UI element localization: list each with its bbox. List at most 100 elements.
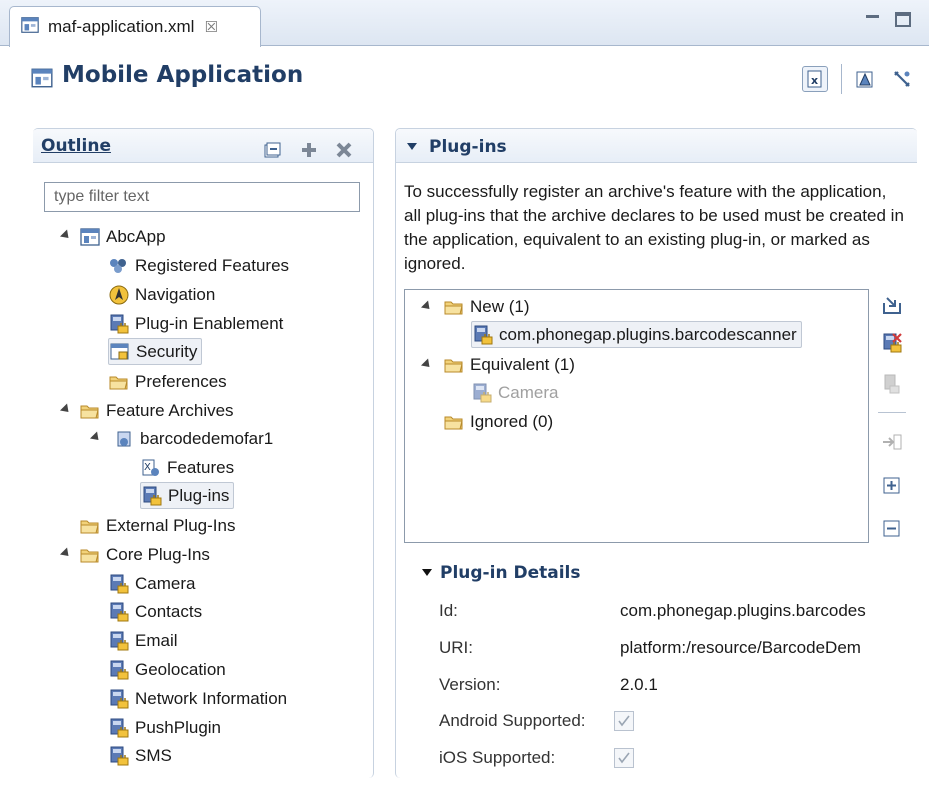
import-icon (883, 297, 901, 314)
tree-item-abcapp[interactable]: AbcApp (79, 223, 166, 250)
tree-item-camera[interactable]: Camera (108, 570, 195, 597)
plugin-group-new[interactable]: New (1) (443, 293, 530, 320)
plugin-enablement-icon (108, 313, 130, 335)
tree-item-barcodedemofar1[interactable]: barcodedemofar1 (113, 425, 273, 452)
id-label: Id: (439, 601, 458, 620)
tree-item-label: Network Information (135, 688, 288, 708)
plugin-group-equivalent[interactable]: Equivalent (1) (443, 351, 575, 378)
tree-item-label: Security (136, 341, 198, 361)
editor-tab[interactable]: maf-application.xml ☒ (9, 6, 261, 47)
plugin-camera[interactable]: Camera (471, 379, 558, 406)
collapse-details-icon[interactable] (422, 569, 432, 576)
app-icon (79, 226, 101, 248)
tree-item-label: com.phonegap.plugins.barcodescanner (499, 324, 797, 344)
tree-item-label: Ignored (0) (470, 411, 554, 431)
plugin-icon (108, 630, 130, 652)
minimize-icon[interactable] (864, 10, 882, 28)
collapse-all-plugins-button[interactable] (880, 517, 904, 541)
plugin-group-ignored[interactable]: Ignored (0) (443, 408, 553, 435)
uri-value: platform:/resource/BarcodeDem (620, 638, 861, 657)
ignore-plugin-icon (881, 333, 902, 354)
archive-icon (113, 428, 135, 450)
tree-item-security[interactable]: Security (108, 338, 203, 365)
tree-item-label: Feature Archives (106, 400, 234, 420)
tree-item-email[interactable]: Email (108, 627, 178, 654)
tree-item-label: Navigation (135, 284, 216, 304)
tree-item-features[interactable]: X Features (140, 454, 234, 481)
tree-item-network-information[interactable]: Network Information (108, 685, 287, 712)
plugin-details-title: Plug-in Details (440, 563, 581, 583)
tree-item-geolocation[interactable]: Geolocation (108, 656, 226, 683)
android-supported-checkbox[interactable] (614, 711, 634, 731)
folder-icon (443, 296, 465, 318)
side-toolbar-separator (878, 412, 906, 413)
tree-item-preferences[interactable]: Preferences (108, 368, 227, 395)
expand-all-icon (883, 477, 900, 494)
checkmark-icon (618, 715, 630, 727)
expand-all-button[interactable] (880, 474, 904, 498)
navigation-icon (108, 284, 130, 306)
map-plugin-button[interactable] (880, 430, 904, 454)
tree-item-plug-ins[interactable]: Plug-ins (140, 482, 235, 509)
folder-icon (79, 515, 101, 537)
plugin-icon (108, 601, 130, 623)
tab-label: maf-application.xml (48, 17, 195, 36)
delete-icon (336, 142, 352, 158)
add-button[interactable] (298, 139, 320, 161)
plugin-icon (108, 659, 130, 681)
tree-item-contacts[interactable]: Contacts (108, 598, 202, 625)
folder-icon (443, 411, 465, 433)
tree-item-label: Plug-in Enablement (135, 313, 284, 333)
plugin-icon (108, 688, 130, 710)
plugins-description: To successfully register an archive's fe… (404, 182, 904, 273)
android-supported-label: Android Supported: (439, 711, 586, 730)
collapse-all-icon (264, 142, 281, 158)
tree-item-core-plug-ins[interactable]: Core Plug-Ins (79, 541, 210, 568)
xml-file-icon: x (807, 70, 822, 88)
create-plugin-button[interactable] (880, 294, 904, 318)
tree-item-navigation[interactable]: Navigation (108, 281, 215, 308)
collapse-section-icon[interactable] (407, 143, 417, 150)
checkmark-icon (618, 752, 630, 764)
plugin-icon (471, 382, 493, 404)
restore-plugin-button[interactable] (880, 372, 904, 396)
map-icon (883, 434, 902, 450)
tree-item-label: Geolocation (135, 659, 226, 679)
svg-text:X: X (144, 462, 151, 473)
editor-tab-bar: maf-application.xml ☒ (0, 0, 929, 47)
tree-item-feature-archives[interactable]: Feature Archives (79, 397, 234, 424)
tree-item-label: barcodedemofar1 (140, 428, 274, 448)
folder-icon (108, 371, 130, 393)
plugin-icon (108, 745, 130, 767)
tree-item-label: Camera (135, 573, 196, 593)
ios-supported-checkbox[interactable] (614, 748, 634, 768)
delete-button[interactable] (333, 139, 355, 161)
plugins-title: Plug-ins (429, 137, 507, 157)
close-tab-icon[interactable]: ☒ (204, 18, 217, 36)
uri-label[interactable]: URI: (439, 638, 473, 658)
filter-input[interactable] (44, 182, 360, 212)
expand-toggle-icon[interactable] (420, 300, 434, 313)
expand-toggle-icon[interactable] (420, 358, 434, 371)
tree-item-plugin-enablement[interactable]: Plug-in Enablement (108, 310, 283, 337)
collapse-all-button[interactable] (261, 139, 283, 161)
deploy-button[interactable] (852, 66, 878, 92)
maximize-icon[interactable] (895, 12, 911, 27)
tree-item-label: Email (135, 630, 178, 650)
tree-item-registered-features[interactable]: Registered Features (108, 252, 289, 279)
source-view-button[interactable]: x (802, 66, 828, 92)
tree-item-external-plug-ins[interactable]: External Plug-Ins (79, 512, 235, 539)
plugin-icon (108, 717, 130, 739)
plugin-barcodescanner[interactable]: com.phonegap.plugins.barcodescanner (471, 321, 802, 348)
tree-item-label: Features (167, 457, 235, 477)
add-icon (302, 143, 316, 157)
app-file-icon (20, 15, 40, 40)
tree-item-sms[interactable]: SMS (108, 742, 172, 769)
settings-button[interactable] (889, 66, 915, 92)
wrench-icon (894, 71, 910, 87)
ignore-plugin-button[interactable] (880, 331, 904, 355)
tree-item-pushplugin[interactable]: PushPlugin (108, 714, 221, 741)
features-icon: X (140, 457, 162, 479)
outline-title: Outline (41, 136, 111, 156)
mobile-application-icon (30, 66, 54, 95)
